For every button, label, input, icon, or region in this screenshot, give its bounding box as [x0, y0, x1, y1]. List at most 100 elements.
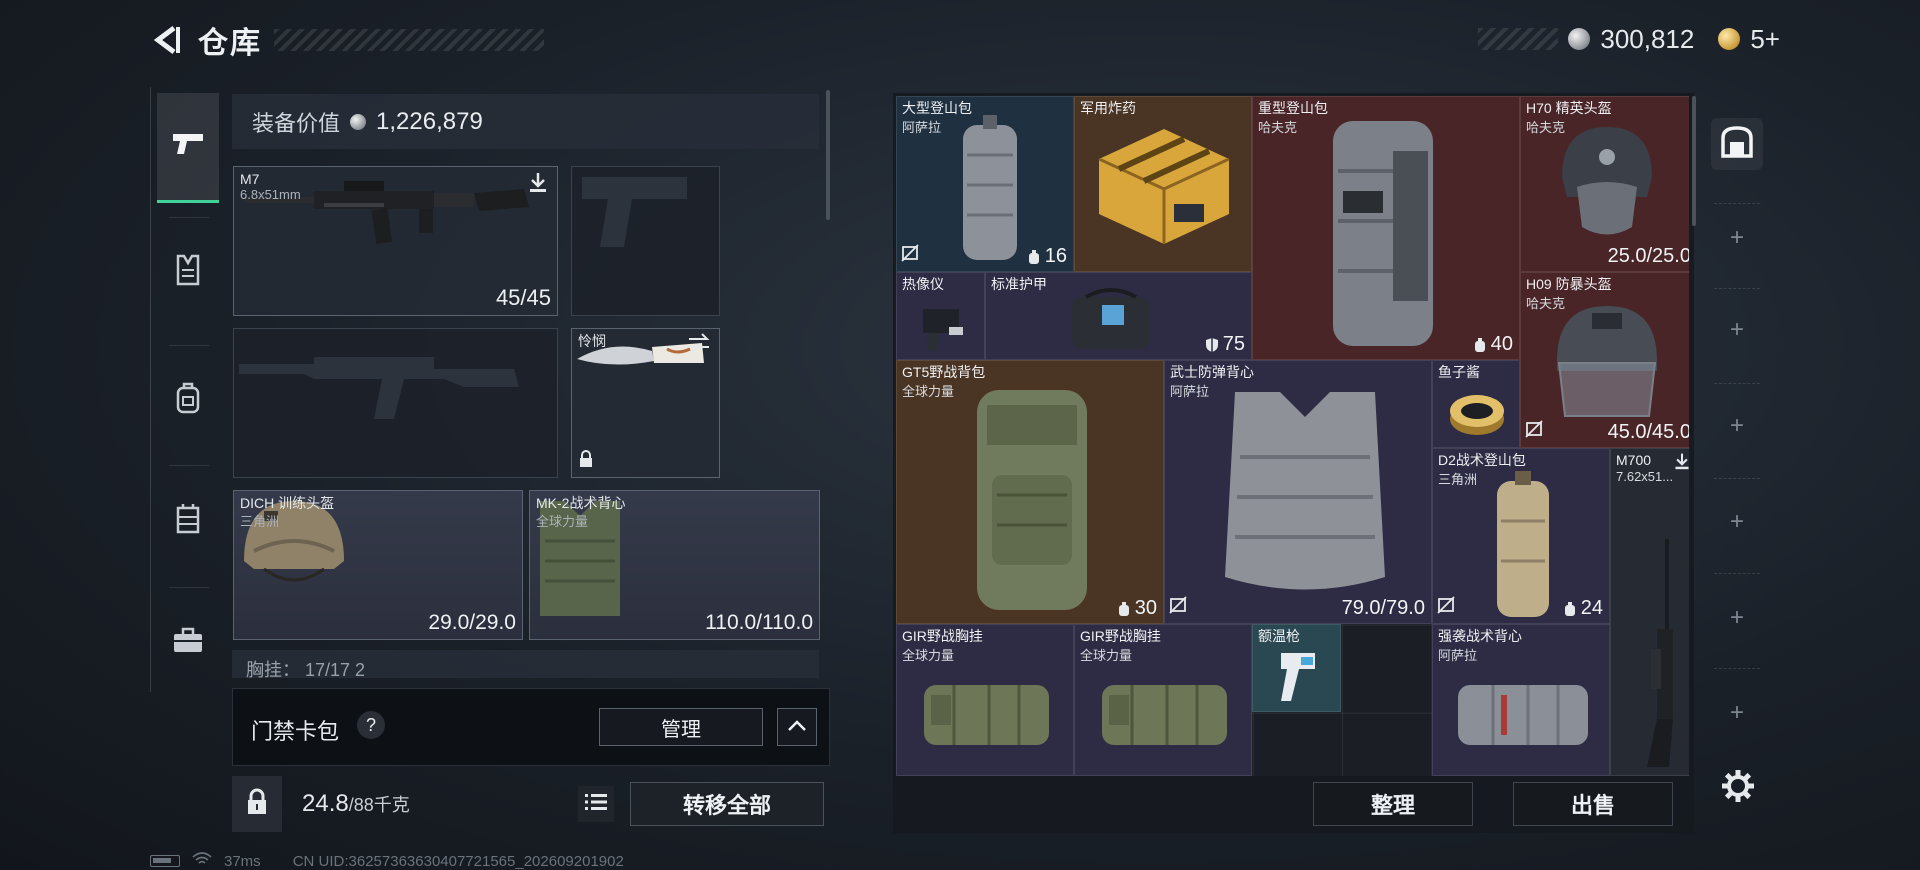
add-container-tab[interactable]: + — [1722, 507, 1752, 537]
add-container-tab[interactable]: + — [1722, 603, 1752, 633]
helmet-image — [234, 501, 354, 605]
loadout-category-tabs — [150, 87, 224, 692]
storage-grid: 大型登山包 阿萨拉 16 军用炸药 重型登山包 哈夫克 40 H70 精英头盔 … — [896, 96, 1689, 776]
swap-icon[interactable] — [687, 333, 711, 358]
item-maker: 全球力量 — [902, 648, 955, 663]
melee-slot[interactable]: 怜悯 — [571, 328, 720, 478]
item-caviar[interactable]: 鱼子酱 — [1432, 360, 1520, 448]
backpack-capacity-icon — [1564, 601, 1575, 616]
storage-container-tabs: + + + + + + — [1708, 93, 1768, 733]
item-d2-backpack[interactable]: D2战术登山包 三角洲 24 — [1432, 448, 1610, 624]
armor-vest-image — [530, 501, 630, 625]
item-gir-chest-rig[interactable]: GIR野战胸挂 全球力量 — [1074, 624, 1252, 776]
item-maker: 阿萨拉 — [902, 120, 942, 135]
add-container-tab[interactable]: + — [1722, 411, 1752, 441]
armor-vest-image — [1205, 377, 1405, 602]
helmet-slot[interactable]: DICH 训练头盔 三角洲 29.0/29.0 — [233, 490, 523, 640]
expand-toggle-button[interactable] — [777, 708, 817, 746]
tactical-vest-image — [1453, 665, 1593, 760]
item-name: D2战术登山包 — [1438, 452, 1526, 468]
item-heavy-mountain-backpack[interactable]: 重型登山包 哈夫克 40 — [1252, 96, 1520, 360]
add-container-tab[interactable]: + — [1722, 315, 1752, 345]
transfer-all-button[interactable]: 转移全部 — [630, 782, 824, 826]
item-maker: 三角洲 — [1438, 472, 1478, 487]
settings-button[interactable] — [1717, 767, 1759, 809]
thermal-imager-image — [915, 297, 971, 358]
rifle-silhouette-icon — [234, 357, 524, 433]
item-m700-rifle[interactable]: M700 7.62x51... — [1610, 448, 1689, 776]
vest-icon — [174, 254, 202, 291]
list-icon — [585, 793, 607, 816]
page-title: 仓库 — [198, 27, 262, 60]
backpack-tab[interactable] — [157, 345, 219, 455]
thermometer-gun-image — [1271, 649, 1321, 710]
item-thermometer-gun[interactable]: 额温枪 — [1252, 624, 1341, 712]
secondary-weapon-slot-empty[interactable] — [233, 328, 558, 478]
add-container-tab[interactable]: + — [1722, 698, 1752, 728]
chest-rig-row[interactable]: 胸挂： 17/17 2 — [232, 650, 819, 678]
item-standard-armor[interactable]: 标准护甲 75 — [985, 272, 1252, 360]
plus-icon: + — [1729, 604, 1744, 631]
gold-currency-value[interactable]: 5+ — [1750, 24, 1780, 55]
wifi-icon — [192, 852, 212, 870]
title-decoration — [274, 29, 544, 51]
pistol-silhouette-icon — [572, 177, 697, 261]
sniper-rifle-image — [1629, 539, 1683, 774]
item-samurai-vest[interactable]: 武士防弹背心 阿萨拉 79.0/79.0 — [1164, 360, 1432, 624]
item-name: 军用炸药 — [1080, 100, 1136, 116]
item-large-mountain-backpack[interactable]: 大型登山包 阿萨拉 16 — [896, 96, 1074, 272]
case-tab[interactable] — [157, 587, 219, 697]
item-assault-vest[interactable]: 强袭战术背心 阿萨拉 — [1432, 624, 1610, 776]
sell-button[interactable]: 出售 — [1513, 782, 1673, 826]
armor-tab[interactable] — [157, 217, 219, 327]
pistol-icon — [171, 130, 205, 163]
lock-button[interactable] — [232, 776, 282, 832]
backpack-image — [967, 375, 1097, 620]
item-h09-helmet[interactable]: H09 防暴头盔 哈夫克 45.0/45.0 — [1520, 272, 1689, 448]
melee-name: 怜悯 — [578, 333, 606, 349]
armor-name: MK-2战术背心 — [536, 495, 626, 511]
helmet-maker: 三角洲 — [240, 514, 280, 529]
help-icon[interactable]: ? — [357, 711, 385, 739]
item-capacity: 40 — [1473, 333, 1513, 356]
helmet-image — [1547, 117, 1667, 252]
item-military-explosive[interactable]: 军用炸药 — [1074, 96, 1252, 272]
item-h70-helmet[interactable]: H70 精英头盔 哈夫克 25.0/25.0 — [1520, 96, 1689, 272]
manage-button[interactable]: 管理 — [599, 708, 763, 746]
add-container-tab[interactable]: + — [1722, 223, 1752, 253]
sort-button[interactable]: 整理 — [1313, 782, 1473, 826]
knife-image — [572, 343, 707, 383]
weapon-tab[interactable] — [157, 93, 219, 203]
list-view-button[interactable] — [578, 786, 614, 822]
item-maker: 全球力量 — [1080, 648, 1133, 663]
item-name: GIR野战胸挂 — [902, 628, 983, 644]
back-arrow-icon[interactable] — [150, 23, 184, 57]
item-name: 额温枪 — [1258, 628, 1300, 644]
item-maker: 哈夫克 — [1258, 120, 1298, 135]
weight-bar: 24.8/88千克 转移全部 — [232, 776, 830, 832]
item-maker: 全球力量 — [902, 384, 955, 399]
main-storage-tab[interactable] — [1711, 118, 1763, 170]
rig-tab[interactable] — [157, 465, 219, 575]
item-gt5-backpack[interactable]: GT5野战背包 全球力量 30 — [896, 360, 1164, 624]
plus-icon: + — [1729, 412, 1744, 439]
body-armor-slot[interactable]: MK-2战术背心 全球力量 110.0/110.0 — [529, 490, 820, 640]
item-thermal-imager[interactable]: 热像仪 — [896, 272, 985, 360]
helmet-durability: 29.0/29.0 — [428, 611, 516, 634]
silver-coin-icon — [1568, 28, 1591, 50]
item-gir-chest-rig[interactable]: GIR野战胸挂 全球力量 — [896, 624, 1074, 776]
item-capacity: 30 — [1117, 597, 1157, 620]
sidearm-slot-empty[interactable] — [571, 166, 720, 316]
item-maker: 阿萨拉 — [1438, 648, 1478, 663]
download-icon[interactable] — [1673, 452, 1689, 475]
download-icon[interactable] — [527, 171, 549, 198]
loadout-scrollbar[interactable] — [826, 90, 830, 220]
keycard-case-label: 门禁卡包 — [251, 719, 340, 744]
item-name: 标准护甲 — [991, 276, 1047, 292]
storage-scrollbar[interactable] — [1692, 96, 1696, 226]
item-durability: 45.0/45.0 — [1607, 421, 1689, 443]
backpack-capacity-icon — [1118, 601, 1129, 616]
top-bar-left: 仓库 — [150, 18, 544, 62]
equipment-value-label: 装备价值 — [252, 110, 341, 136]
primary-weapon-slot[interactable]: M7 6.8x51mm 45/45 — [233, 166, 558, 316]
